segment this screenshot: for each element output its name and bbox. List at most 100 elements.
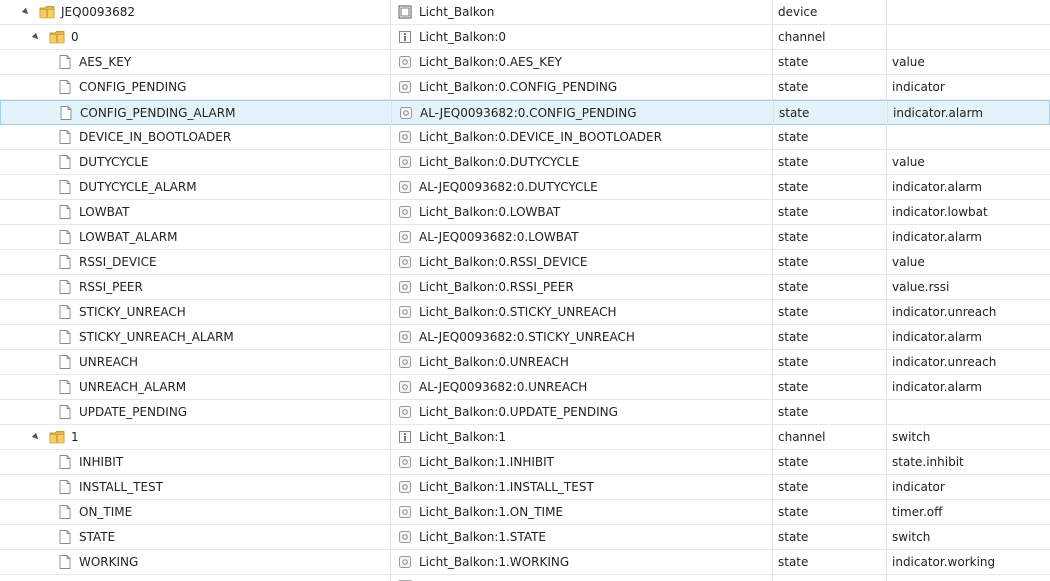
role-cell: indicator.lowbat	[887, 200, 1050, 224]
role-cell: indicator.unreach	[887, 350, 1050, 374]
object-role: indicator.alarm	[892, 380, 982, 394]
tree-state-row[interactable]: DUTYCYCLE_ALARM AL-JEQ0093682:0.DUTYCYCLE…	[0, 175, 1050, 200]
tree-state-row[interactable]: ON_TIME Licht_Balkon:1.ON_TIME state timer.…	[0, 500, 1050, 525]
file-icon	[57, 75, 73, 99]
role-cell: indicator.alarm	[887, 325, 1050, 349]
type-cell: state	[773, 475, 887, 499]
tree-state-row[interactable]: AES_KEY Licht_Balkon:0.AES_KEY state value	[0, 50, 1050, 75]
file-icon	[57, 150, 73, 174]
id-cell: Licht_Balkon:0.LOWBAT	[391, 200, 773, 224]
role-cell: timer.off	[887, 500, 1050, 524]
id-cell: Licht_Balkon:0	[391, 25, 773, 49]
object-type: state	[778, 130, 809, 144]
object-type: channel	[778, 430, 826, 444]
file-icon	[57, 550, 73, 574]
name-cell: LOWBAT	[0, 200, 391, 224]
type-cell: state	[773, 50, 887, 74]
name-cell: STICKY_UNREACH_ALARM	[0, 325, 391, 349]
expand-toggle-icon[interactable]	[21, 7, 31, 17]
object-id: AL-JEQ0093682:0.UNREACH	[419, 380, 588, 394]
type-cell: state	[773, 500, 887, 524]
tree-state-row[interactable]: UNREACH_ALARM AL-JEQ0093682:0.UNREACH stat…	[0, 375, 1050, 400]
role-cell	[887, 575, 1050, 581]
object-role: indicator.working	[892, 555, 996, 569]
file-icon	[57, 350, 73, 374]
tree-state-row[interactable]: STATE Licht_Balkon:1.STATE state switch	[0, 525, 1050, 550]
folder-icon	[39, 575, 55, 581]
tree-state-row[interactable]: INHIBIT Licht_Balkon:1.INHIBIT state state.…	[0, 450, 1050, 475]
object-id: Licht_Balkon:0.UPDATE_PENDING	[419, 405, 618, 419]
role-cell: indicator	[887, 75, 1050, 99]
object-id: Licht_Balkon:1.STATE	[419, 530, 547, 544]
object-name: UPDATE_PENDING	[79, 405, 188, 419]
tree-state-row[interactable]: WORKING Licht_Balkon:1.WORKING state indica…	[0, 550, 1050, 575]
type-cell: state	[773, 400, 887, 424]
object-name: RSSI_PEER	[79, 280, 143, 294]
tree-state-row[interactable]: STICKY_UNREACH_ALARM AL-JEQ0093682:0.STIC…	[0, 325, 1050, 350]
tree-state-row[interactable]: UNREACH Licht_Balkon:0.UNREACH state indica…	[0, 350, 1050, 375]
object-type: state	[778, 455, 809, 469]
object-type: state	[778, 230, 809, 244]
object-id: Licht_Balkon:0	[419, 30, 506, 44]
name-cell: CONFIG_PENDING	[0, 75, 391, 99]
tree-state-row[interactable]: DUTYCYCLE Licht_Balkon:0.DUTYCYCLE state va…	[0, 150, 1050, 175]
object-type: state	[778, 405, 809, 419]
role-cell: indicator.alarm	[887, 175, 1050, 199]
name-cell: UPDATE_PENDING	[0, 400, 391, 424]
object-name: STICKY_UNREACH_ALARM	[79, 330, 234, 344]
tree-state-row[interactable]: RSSI_DEVICE Licht_Balkon:0.RSSI_DEVICE sta…	[0, 250, 1050, 275]
role-cell: indicator.alarm	[887, 225, 1050, 249]
object-type: channel	[778, 30, 826, 44]
id-cell: Licht_Balkon:1.WORKING	[391, 550, 773, 574]
file-icon	[57, 475, 73, 499]
tree-folder-row[interactable]: 1 Licht_Balkon:1 channel switch	[0, 425, 1050, 450]
expand-toggle-icon[interactable]	[31, 32, 41, 42]
type-cell: state	[773, 200, 887, 224]
name-cell: DUTYCYCLE_ALARM	[0, 175, 391, 199]
object-name: INSTALL_TEST	[79, 480, 163, 494]
name-cell	[0, 575, 391, 581]
file-icon	[57, 50, 73, 74]
folder-icon	[39, 0, 55, 24]
type-cell: state	[773, 75, 887, 99]
tree-state-row[interactable]: LOWBAT_ALARM AL-JEQ0093682:0.LOWBAT state i…	[0, 225, 1050, 250]
name-cell: INSTALL_TEST	[0, 475, 391, 499]
id-cell: Licht_Balkon:1.ON_TIME	[391, 500, 773, 524]
tree-state-row[interactable]: STICKY_UNREACH Licht_Balkon:0.STICKY_UNRE…	[0, 300, 1050, 325]
object-role: value	[892, 155, 925, 169]
object-id: Licht_Balkon:0.DUTYCYCLE	[419, 155, 580, 169]
object-role: switch	[892, 530, 931, 544]
name-cell: WORKING	[0, 550, 391, 574]
file-icon	[57, 325, 73, 349]
name-cell: LOWBAT_ALARM	[0, 225, 391, 249]
role-cell: indicator.alarm	[887, 375, 1050, 399]
tree-state-row[interactable]: CONFIG_PENDING_ALARM AL-JEQ0093682:0.CONF…	[0, 100, 1050, 125]
object-type: device	[778, 5, 818, 19]
object-id: Licht_Balkon:0.AES_KEY	[419, 55, 562, 69]
type-cell: state	[773, 125, 887, 149]
tree-state-row[interactable]: CONFIG_PENDING Licht_Balkon:0.CONFIG_PEND…	[0, 75, 1050, 100]
object-name: CONFIG_PENDING	[79, 80, 187, 94]
tree-state-row[interactable]: DEVICE_IN_BOOTLOADER Licht_Balkon:0.DEVIC…	[0, 125, 1050, 150]
tree-state-row[interactable]: UPDATE_PENDING Licht_Balkon:0.UPDATE_PEND…	[0, 400, 1050, 425]
tree-folder-row[interactable]: JEQ0093682 Licht_Balkon device	[0, 0, 1050, 25]
tree-state-row[interactable]: INSTALL_TEST Licht_Balkon:1.INSTALL_TEST s…	[0, 475, 1050, 500]
name-cell: UNREACH	[0, 350, 391, 374]
object-role: indicator.alarm	[893, 106, 983, 120]
tree-folder-row-partial[interactable]	[0, 575, 1050, 581]
object-name: 0	[71, 30, 79, 44]
name-cell: JEQ0093682	[0, 0, 391, 24]
object-name: LOWBAT	[79, 205, 130, 219]
type-cell: state	[773, 225, 887, 249]
tree-state-row[interactable]: LOWBAT Licht_Balkon:0.LOWBAT state indicato…	[0, 200, 1050, 225]
object-id: Licht_Balkon:1.WORKING	[419, 555, 570, 569]
role-cell: indicator	[887, 475, 1050, 499]
object-name: 1	[71, 430, 79, 444]
role-cell: value	[887, 150, 1050, 174]
expand-toggle-icon[interactable]	[31, 432, 41, 442]
role-cell: indicator.unreach	[887, 300, 1050, 324]
type-cell: state	[773, 550, 887, 574]
name-cell: STATE	[0, 525, 391, 549]
tree-folder-row[interactable]: 0 Licht_Balkon:0 channel	[0, 25, 1050, 50]
tree-state-row[interactable]: RSSI_PEER Licht_Balkon:0.RSSI_PEER state va…	[0, 275, 1050, 300]
